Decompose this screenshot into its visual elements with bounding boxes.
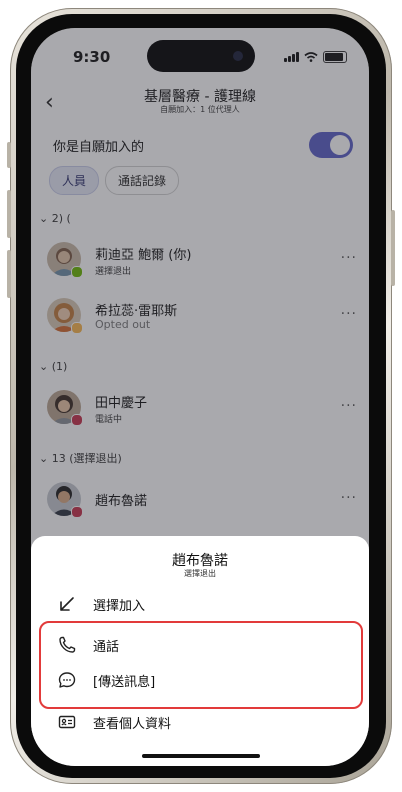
status-icons — [284, 51, 347, 63]
dynamic-island — [147, 40, 255, 72]
more-options-icon[interactable]: ··· — [341, 306, 357, 322]
presence-available-icon — [71, 266, 83, 278]
send-message-button[interactable]: [傳送訊息] — [57, 668, 347, 696]
status-bar: 9:30 — [31, 28, 369, 80]
chevron-down-icon: ⌄ — [39, 212, 49, 225]
signal-icon — [284, 52, 299, 62]
presence-away-icon — [71, 322, 83, 334]
screen: 9:30 ‹ 基層醫療 - 護理線 自願加入：1 位代理人 你是自願加入的 人員… — [31, 28, 369, 766]
opt-in-button[interactable]: 選擇加入 — [57, 592, 347, 620]
arrow-down-left-icon — [60, 597, 74, 611]
wifi-icon — [304, 52, 318, 62]
phone-icon — [59, 636, 76, 653]
list-item[interactable]: 希拉蕊·雷耶斯 Opted out ··· — [47, 298, 357, 340]
volunteer-row: 你是自願加入的 — [53, 132, 353, 160]
page-subtitle: 自願加入：1 位代理人 — [160, 105, 240, 114]
call-label: 通話 — [93, 640, 120, 655]
list-item[interactable]: 莉迪亞 鮑爾 (你) 選擇退出 ··· — [47, 242, 357, 284]
header: ‹ 基層醫療 - 護理線 自願加入：1 位代理人 — [31, 84, 369, 124]
section-label: (1) — [51, 360, 68, 373]
person-status: 選擇退出 — [95, 267, 132, 277]
sheet-subtitle: 選擇退出 — [184, 569, 216, 578]
presence-busy-icon — [71, 414, 83, 426]
list-item[interactable]: 田中慶子 電話中 ··· — [47, 390, 357, 432]
page-title: 基層醫療 - 護理線 — [144, 89, 256, 105]
section-label: 2) ( — [51, 212, 71, 225]
toggle-knob — [330, 135, 350, 155]
volunteer-toggle[interactable] — [309, 132, 353, 158]
tab-bar: 人員 通話記錄 — [49, 166, 180, 195]
section-label: 13 (選擇退出) — [51, 452, 122, 465]
more-options-icon[interactable]: ··· — [341, 398, 357, 414]
person-name: 趙布魯諾 — [95, 494, 148, 509]
list-item[interactable]: 趙布魯諾 ··· — [47, 482, 357, 524]
chat-icon — [58, 672, 76, 688]
camera-icon — [233, 51, 243, 61]
volume-down-button — [7, 250, 11, 298]
presence-busy-icon — [71, 506, 83, 518]
opt-in-label: 選擇加入 — [93, 599, 146, 614]
person-status: Opted out — [95, 318, 151, 331]
more-options-icon[interactable]: ··· — [341, 250, 357, 266]
chevron-down-icon: ⌄ — [39, 452, 49, 465]
sheet-title: 趙布魯諾 — [172, 553, 228, 569]
view-profile-button[interactable]: 查看個人資料 — [57, 710, 347, 738]
section-header[interactable]: ⌄ (1) — [39, 360, 67, 373]
power-button — [391, 210, 395, 286]
home-indicator[interactable] — [142, 754, 260, 758]
volume-up-button — [7, 190, 11, 238]
call-button[interactable]: 通話 — [57, 633, 347, 661]
view-profile-label: 查看個人資料 — [93, 717, 172, 732]
section-header[interactable]: ⌄ 13 (選擇退出) — [39, 450, 122, 466]
status-time: 9:30 — [73, 48, 111, 66]
person-name: 希拉蕊·雷耶斯 — [95, 304, 178, 319]
chevron-down-icon: ⌄ — [39, 360, 49, 373]
action-sheet: 趙布魯諾 選擇退出 選擇加入 通話 [傳送訊息] 查看個人資料 — [31, 536, 369, 766]
battery-icon — [323, 51, 347, 63]
tab-call-history[interactable]: 通話記錄 — [105, 166, 180, 195]
tab-people[interactable]: 人員 — [49, 166, 100, 195]
volunteer-label: 你是自願加入的 — [53, 140, 145, 155]
person-name: 田中慶子 — [95, 396, 148, 411]
more-options-icon[interactable]: ··· — [341, 490, 357, 506]
person-status: 電話中 — [95, 415, 123, 425]
section-header[interactable]: ⌄ 2) ( — [39, 212, 71, 225]
person-name: 莉迪亞 鮑爾 (你) — [95, 248, 192, 263]
action-button — [7, 142, 11, 168]
send-message-label: [傳送訊息] — [93, 675, 156, 690]
contact-card-icon — [58, 715, 76, 729]
